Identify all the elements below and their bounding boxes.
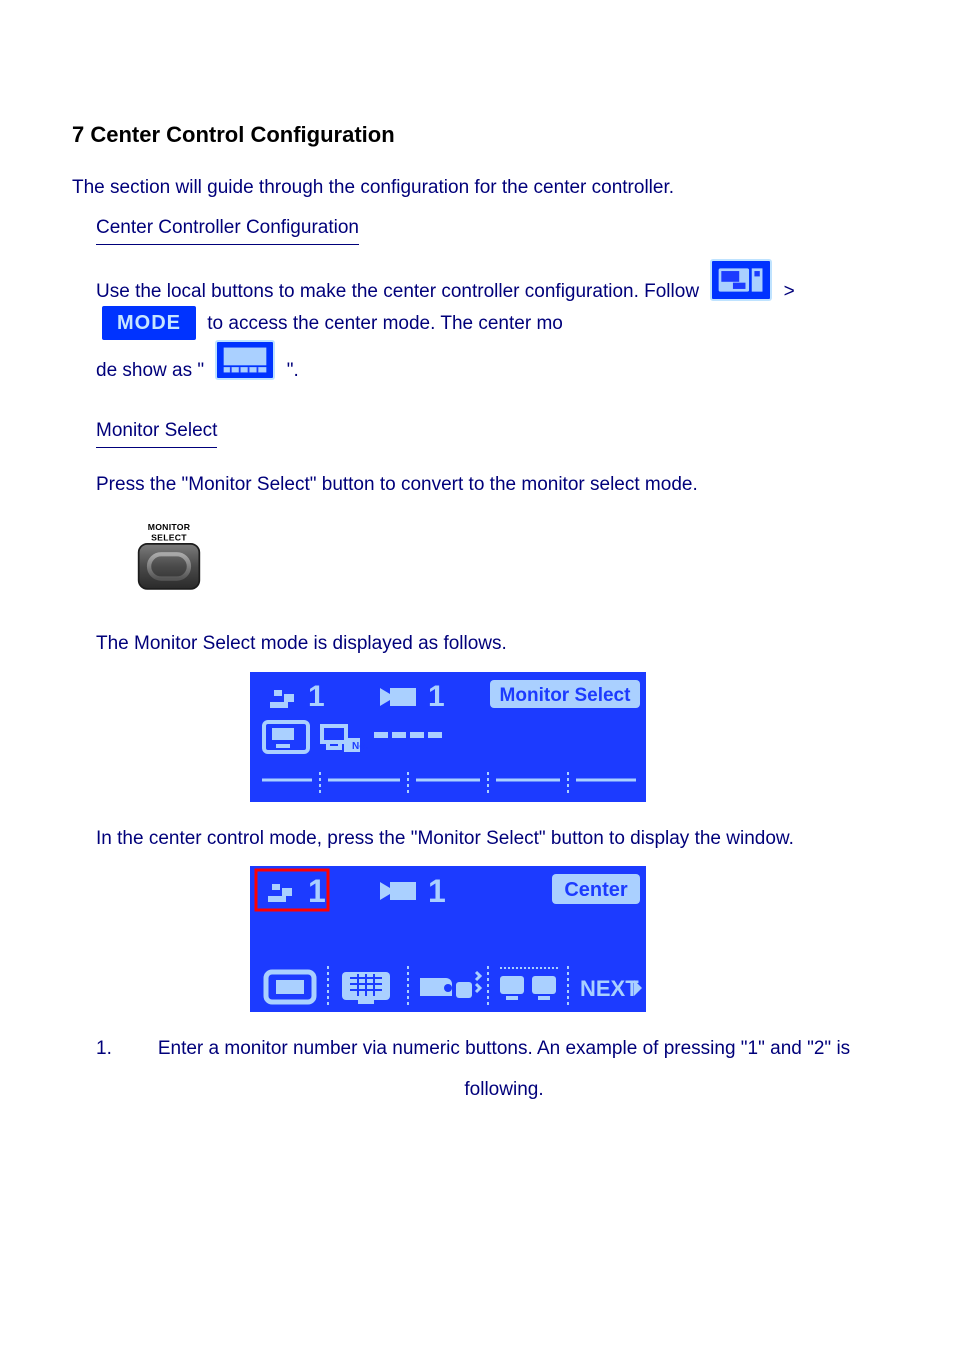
lcd1-mid-num: 1 — [428, 680, 445, 713]
monitor-select-button-art: MONITOR SELECT — [130, 512, 882, 609]
cc-text-c2: de show as " — [96, 360, 204, 381]
cc-text-d: ". — [287, 360, 299, 381]
lcd1-left-num: 1 — [308, 680, 325, 713]
ms-step-2: The Monitor Select mode is displayed as … — [72, 631, 882, 658]
svg-text:SELECT: SELECT — [151, 533, 187, 543]
step-1: Enter a monitor number via numeric butto… — [96, 1036, 882, 1103]
steps-list: Enter a monitor number via numeric butto… — [72, 1036, 882, 1103]
svg-text:MONITOR: MONITOR — [148, 522, 191, 532]
cc-instruction: Use the local buttons to make the center… — [72, 259, 882, 384]
cc-subheading: Center Controller Configuration — [96, 215, 359, 245]
ms-step-3: In the center control mode, press the "M… — [72, 826, 882, 853]
ms-step-1: Press the "Monitor Select" button to con… — [72, 472, 882, 499]
cc-text-a: Use the local buttons to make the center… — [96, 281, 704, 302]
lcd1-title: Monitor Select — [500, 685, 632, 706]
lcd2-mid-num: 1 — [428, 873, 446, 909]
lcd-mode-icon — [710, 259, 772, 301]
lcd2-left-num: 1 — [308, 873, 326, 909]
lcd2-title: Center — [564, 879, 628, 901]
section-heading: 7 Center Control Configuration — [72, 120, 882, 151]
page-root: 7 Center Control Configuration The secti… — [0, 0, 954, 1354]
step-1-line-1: Enter a monitor number via numeric butto… — [158, 1038, 850, 1059]
cc-text-b: > — [784, 281, 795, 302]
step-1-line-2: following. — [464, 1079, 543, 1100]
mode-button-icon: MODE — [102, 306, 196, 340]
lcd2-next: NEXT — [580, 976, 639, 1001]
intro-text: The section will guide through the confi… — [72, 175, 882, 202]
center-lcd-icon — [215, 340, 275, 380]
lcd-center: 1 1 Center — [250, 866, 646, 1012]
lcd-monitor-select: 1 1 Monitor Select No. — [250, 672, 646, 802]
svg-text:No.: No. — [352, 741, 368, 752]
cc-text-mid: to access the center mode. The center mo — [207, 313, 563, 334]
monitor-select-subheading: Monitor Select — [96, 418, 217, 448]
